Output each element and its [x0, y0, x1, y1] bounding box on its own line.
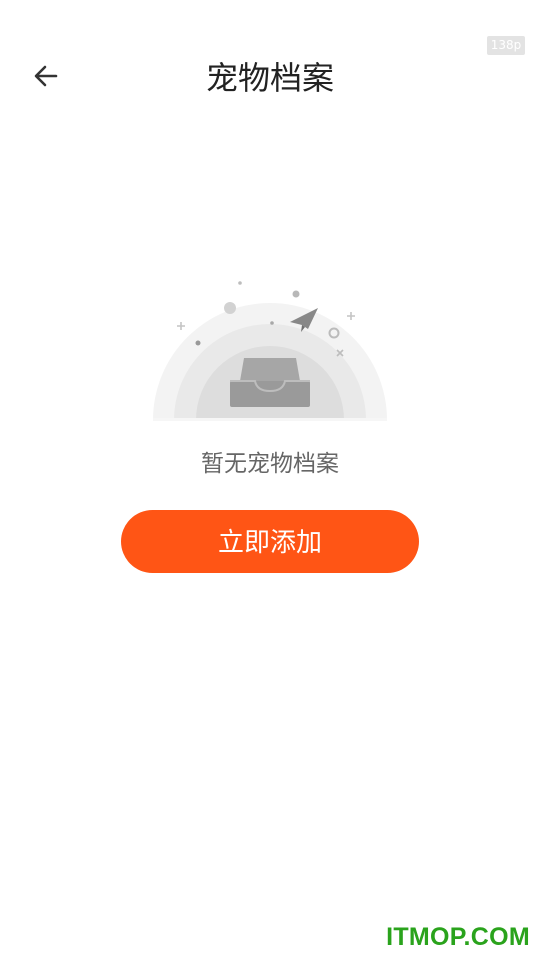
add-now-button[interactable]: 立即添加 [121, 510, 419, 573]
empty-message: 暂无宠物档案 [201, 451, 339, 477]
app-header: 宠物档案 [0, 50, 540, 106]
page-title: 宠物档案 [205, 59, 334, 97]
empty-inbox-illustration [150, 275, 390, 425]
watermark-logo: ITMOP.COM [386, 923, 530, 951]
pet-archive-page: 138p 宠物档案 暂无宠物档案 立即添加 ITMOP.COM [0, 0, 540, 960]
